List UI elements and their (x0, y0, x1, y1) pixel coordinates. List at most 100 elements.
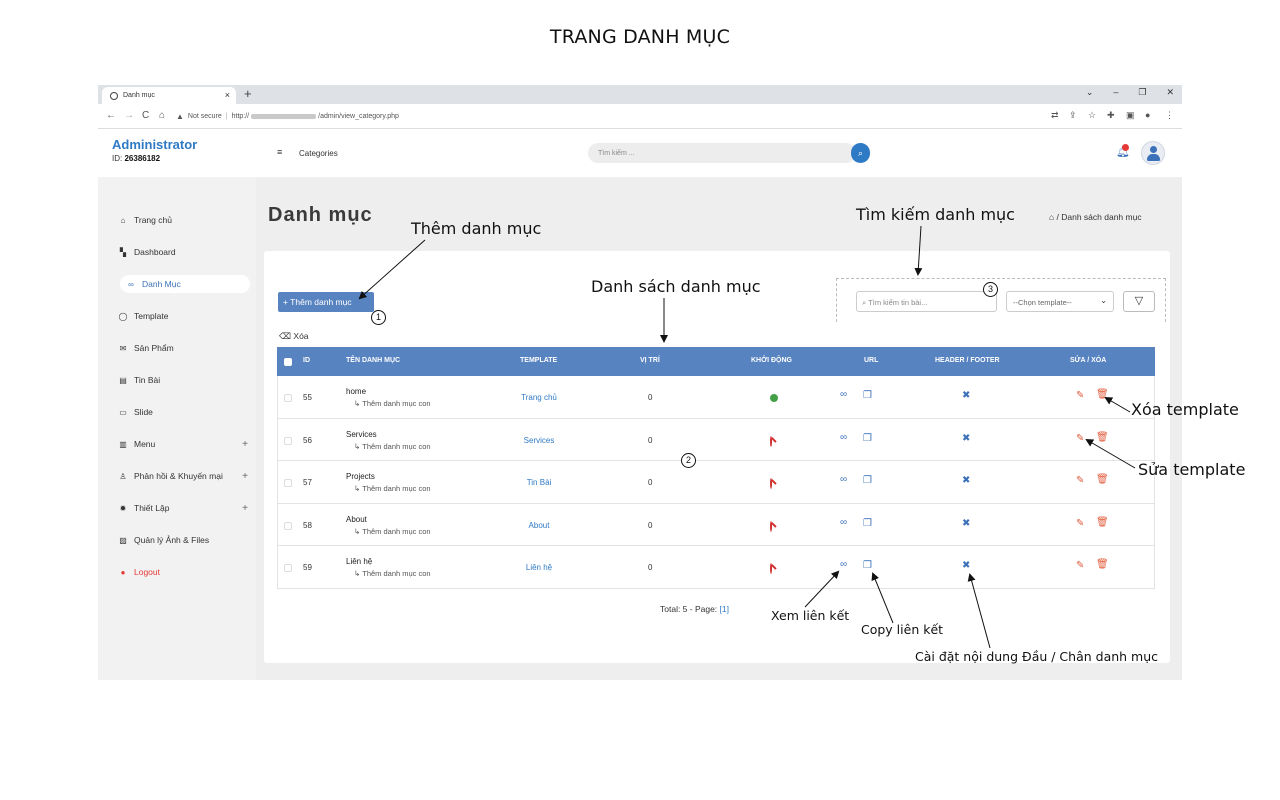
bookmark-star-icon[interactable]: ☆ (1088, 110, 1096, 121)
template-link[interactable]: About (498, 521, 580, 530)
home-nav-icon[interactable]: ⌂ (159, 110, 165, 121)
new-tab-button[interactable]: + (244, 86, 252, 101)
view-link-icon[interactable]: ∞ (840, 559, 847, 570)
select-all-checkbox[interactable] (284, 358, 292, 366)
inactive-status-icon[interactable] (770, 520, 772, 532)
delete-icon[interactable]: 🗑︎ (1096, 559, 1109, 570)
row-checkbox[interactable] (284, 521, 292, 530)
browser-menu-icon[interactable]: ⋮ (1165, 110, 1174, 121)
copy-link-icon[interactable]: ❐ (863, 518, 872, 529)
row-id: 59 (303, 563, 312, 573)
reload-icon[interactable]: C (142, 110, 149, 121)
browser-tab[interactable]: Danh mục × (102, 87, 236, 104)
sidebar-item-slide[interactable]: ▭ Slide (118, 403, 250, 421)
view-link-icon[interactable]: ∞ (840, 432, 847, 443)
tab-search-icon[interactable]: ⌄ (1086, 87, 1094, 98)
edit-icon[interactable]: ✎ (1076, 475, 1084, 486)
row-checkbox[interactable] (284, 394, 292, 402)
eraser-icon: ⌫ (279, 331, 292, 341)
template-select[interactable]: --Chọn template-- ⌄ (1006, 291, 1114, 312)
expand-icon[interactable]: + (242, 439, 248, 450)
delete-icon[interactable]: 🗑︎ (1096, 389, 1109, 400)
news-icon: ▤ (119, 375, 127, 385)
window-controls: ⌄ – ❐ ✕ (1086, 87, 1174, 98)
profile-icon[interactable]: ● (1145, 110, 1150, 120)
sidebar-item-dashboard[interactable]: ▚ Dashboard (118, 243, 250, 261)
col-url: URL (864, 357, 879, 364)
header-footer-settings-icon[interactable]: ✖ (962, 518, 970, 529)
row-checkbox[interactable] (284, 564, 292, 573)
add-subcategory-link[interactable]: ↳ Thêm danh mục con (346, 399, 431, 408)
sidebar-item-logout[interactable]: ● Logout (118, 563, 250, 581)
hamburger-icon[interactable]: ≡ (277, 147, 282, 157)
add-subcategory-link[interactable]: ↳ Thêm danh mục con (346, 569, 431, 578)
add-subcategory-link[interactable]: ↳ Thêm danh mục con (346, 484, 431, 493)
view-link-icon[interactable]: ∞ (840, 517, 847, 528)
avatar[interactable] (1141, 141, 1165, 165)
sidebar-item-template[interactable]: ◯ Template (118, 307, 250, 325)
header-footer-settings-icon[interactable]: ✖ (962, 390, 970, 401)
extensions-icon[interactable]: ✚ (1107, 110, 1115, 121)
copy-link-icon[interactable]: ❐ (863, 560, 872, 571)
expand-icon[interactable]: + (242, 503, 248, 514)
sidebar-item-categories[interactable]: ∞ Danh Mục (120, 275, 250, 293)
share-icon[interactable]: ⇪ (1069, 110, 1077, 121)
add-subcategory-link[interactable]: ↳ Thêm danh mục con (346, 527, 431, 536)
add-subcategory-link[interactable]: ↳ Thêm danh mục con (346, 442, 431, 451)
view-link-icon[interactable]: ∞ (840, 389, 847, 400)
sidebar-item-news[interactable]: ▤ Tin Bài (118, 371, 250, 389)
forward-icon[interactable]: → (124, 110, 134, 121)
url-field[interactable]: ▲ Not secure | http:// /admin/view_categ… (176, 109, 1046, 124)
filter-button[interactable]: ▽ (1123, 291, 1155, 312)
annotation-add: Thêm danh mục (411, 219, 542, 238)
template-link[interactable]: Tin Bài (498, 478, 580, 487)
template-link[interactable]: Trang chủ (498, 393, 580, 402)
filter-search-input[interactable]: ⌕ Tìm kiếm tin bài... (856, 291, 997, 312)
expand-icon[interactable]: + (242, 471, 248, 482)
minimize-button[interactable]: – (1113, 87, 1118, 98)
header-footer-settings-icon[interactable]: ✖ (962, 475, 970, 486)
row-checkbox[interactable] (284, 479, 292, 488)
delete-icon[interactable]: 🗑︎ (1096, 432, 1109, 443)
inactive-status-icon[interactable] (770, 435, 772, 447)
translate-icon[interactable]: ⇄ (1051, 110, 1059, 121)
add-category-button[interactable]: + Thêm danh mục (278, 292, 374, 312)
template-link[interactable]: Services (498, 436, 580, 445)
page-heading: TRANG DANH MỤC (549, 26, 731, 48)
edit-icon[interactable]: ✎ (1076, 518, 1084, 529)
sidebar-item-menu[interactable]: ▥ Menu + (118, 435, 250, 453)
sidebar-item-media[interactable]: ▨ Quản lý Ảnh & Files (118, 531, 250, 549)
sidebar-item-feedback[interactable]: ♙ Phản hồi & Khuyến mại + (118, 467, 250, 485)
delete-icon[interactable]: 🗑︎ (1096, 517, 1109, 528)
sidebar-item-home[interactable]: ⌂ Trang chủ (118, 211, 250, 229)
security-label: Not secure (187, 113, 222, 120)
delete-icon[interactable]: 🗑︎ (1096, 474, 1109, 485)
copy-link-icon[interactable]: ❐ (863, 433, 872, 444)
edit-icon[interactable]: ✎ (1076, 390, 1084, 401)
active-status-icon[interactable] (770, 394, 778, 402)
view-link-icon[interactable]: ∞ (840, 474, 847, 485)
tab-close-icon[interactable]: × (225, 90, 230, 100)
sidebar-item-settings[interactable]: ✹ Thiết Lập + (118, 499, 250, 517)
edit-icon[interactable]: ✎ (1076, 560, 1084, 571)
restore-button[interactable]: ❐ (1138, 87, 1146, 98)
delete-selected-button[interactable]: ⌫ Xóa (279, 331, 309, 342)
search-icon[interactable]: ⌕ (851, 143, 870, 163)
back-icon[interactable]: ← (106, 110, 116, 121)
header-search-input[interactable]: Tìm kiếm ... (588, 143, 856, 163)
inactive-status-icon[interactable] (770, 478, 772, 490)
inactive-status-icon[interactable] (770, 563, 772, 575)
header-footer-settings-icon[interactable]: ✖ (962, 433, 970, 444)
row-position: 0 (648, 563, 653, 573)
col-active: KHỞI ĐỘNG (751, 357, 792, 364)
close-window-button[interactable]: ✕ (1166, 87, 1174, 98)
sidebar-item-products[interactable]: ✉ Sản Phẩm (118, 339, 250, 357)
template-link[interactable]: Liên hệ (498, 563, 580, 572)
home-icon[interactable]: ⌂ (1049, 212, 1054, 222)
copy-link-icon[interactable]: ❐ (863, 475, 872, 486)
row-checkbox[interactable] (284, 436, 292, 445)
sidepanel-icon[interactable]: ▣ (1126, 110, 1135, 121)
header-footer-settings-icon[interactable]: ✖ (962, 560, 970, 571)
copy-link-icon[interactable]: ❐ (863, 390, 872, 401)
edit-icon[interactable]: ✎ (1076, 433, 1084, 444)
